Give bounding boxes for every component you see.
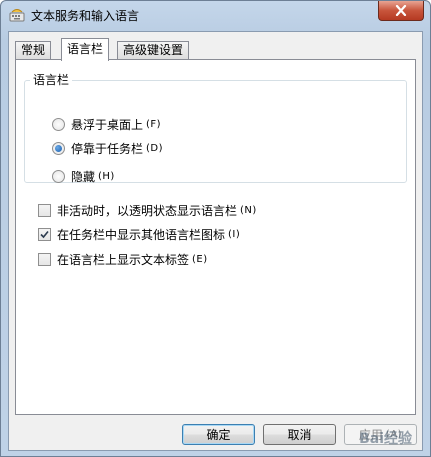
keyboard-app-icon <box>9 9 25 22</box>
radio-dock-in-taskbar[interactable]: 停靠于任务栏 (D) <box>52 140 163 157</box>
checkbox-label: 非活动时，以透明状态显示语言栏 <box>57 204 238 218</box>
checkbox-transparent-when-inactive[interactable]: 非活动时，以透明状态显示语言栏 (N) <box>38 202 257 219</box>
title-bar[interactable]: 文本服务和输入语言 <box>1 1 430 29</box>
checkbox-shortcut: (I) <box>228 229 241 240</box>
dialog-client-area: 常规 语言栏 高级键设置 语言栏 悬浮于桌面上 (F) 停靠于任务栏 (D) 隐… <box>8 31 423 451</box>
radio-shortcut: (F) <box>146 119 162 130</box>
tab-general[interactable]: 常规 <box>15 41 52 60</box>
apply-label: 应用 <box>358 428 383 442</box>
checkbox-label: 在语言栏上显示文本标签 <box>57 253 190 267</box>
apply-shortcut: (A) <box>385 429 403 440</box>
radio-button[interactable] <box>52 118 65 131</box>
radio-label: 悬浮于桌面上 <box>71 118 144 132</box>
radio-hidden[interactable]: 隐藏 (H) <box>52 168 115 185</box>
checkbox[interactable] <box>38 204 51 217</box>
apply-button[interactable]: 应用 (A) <box>344 424 417 445</box>
radio-shortcut: (H) <box>98 171 115 182</box>
radio-button-selected[interactable] <box>52 142 65 155</box>
checkbox-show-text-labels[interactable]: 在语言栏上显示文本标签 (E) <box>38 251 208 268</box>
radio-label: 停靠于任务栏 <box>71 142 144 156</box>
checkbox-show-additional-icons[interactable]: 在任务栏中显示其他语言栏图标 (I) <box>38 226 240 243</box>
checkbox[interactable] <box>38 253 51 266</box>
checkbox-label: 在任务栏中显示其他语言栏图标 <box>57 228 226 242</box>
checkbox-shortcut: (N) <box>240 205 257 216</box>
radio-shortcut: (D) <box>146 143 164 154</box>
tab-language-bar[interactable]: 语言栏 <box>61 38 110 61</box>
ok-button[interactable]: 确定 <box>182 424 255 445</box>
checkbox-shortcut: (E) <box>192 254 208 265</box>
radio-float-on-desktop[interactable]: 悬浮于桌面上 (F) <box>52 116 161 133</box>
radio-button[interactable] <box>52 170 65 183</box>
dialog-window: 文本服务和输入语言 常规 语言栏 高级键设置 语言栏 悬浮于桌面上 (F) 停靠… <box>0 0 431 457</box>
window-title: 文本服务和输入语言 <box>31 9 140 23</box>
groupbox-label: 语言栏 <box>30 71 73 88</box>
radio-label: 隐藏 <box>71 170 96 184</box>
checkmark-icon <box>40 230 49 239</box>
radio-dot-icon <box>55 145 62 152</box>
tab-advanced-key-settings[interactable]: 高级键设置 <box>117 41 190 60</box>
checkbox-checked[interactable] <box>38 228 51 241</box>
language-bar-panel: 语言栏 悬浮于桌面上 (F) 停靠于任务栏 (D) 隐藏 (H) 非活动时，以透… <box>15 59 416 415</box>
close-button[interactable] <box>378 1 424 21</box>
close-icon <box>395 5 407 16</box>
cancel-button[interactable]: 取消 <box>263 424 336 445</box>
